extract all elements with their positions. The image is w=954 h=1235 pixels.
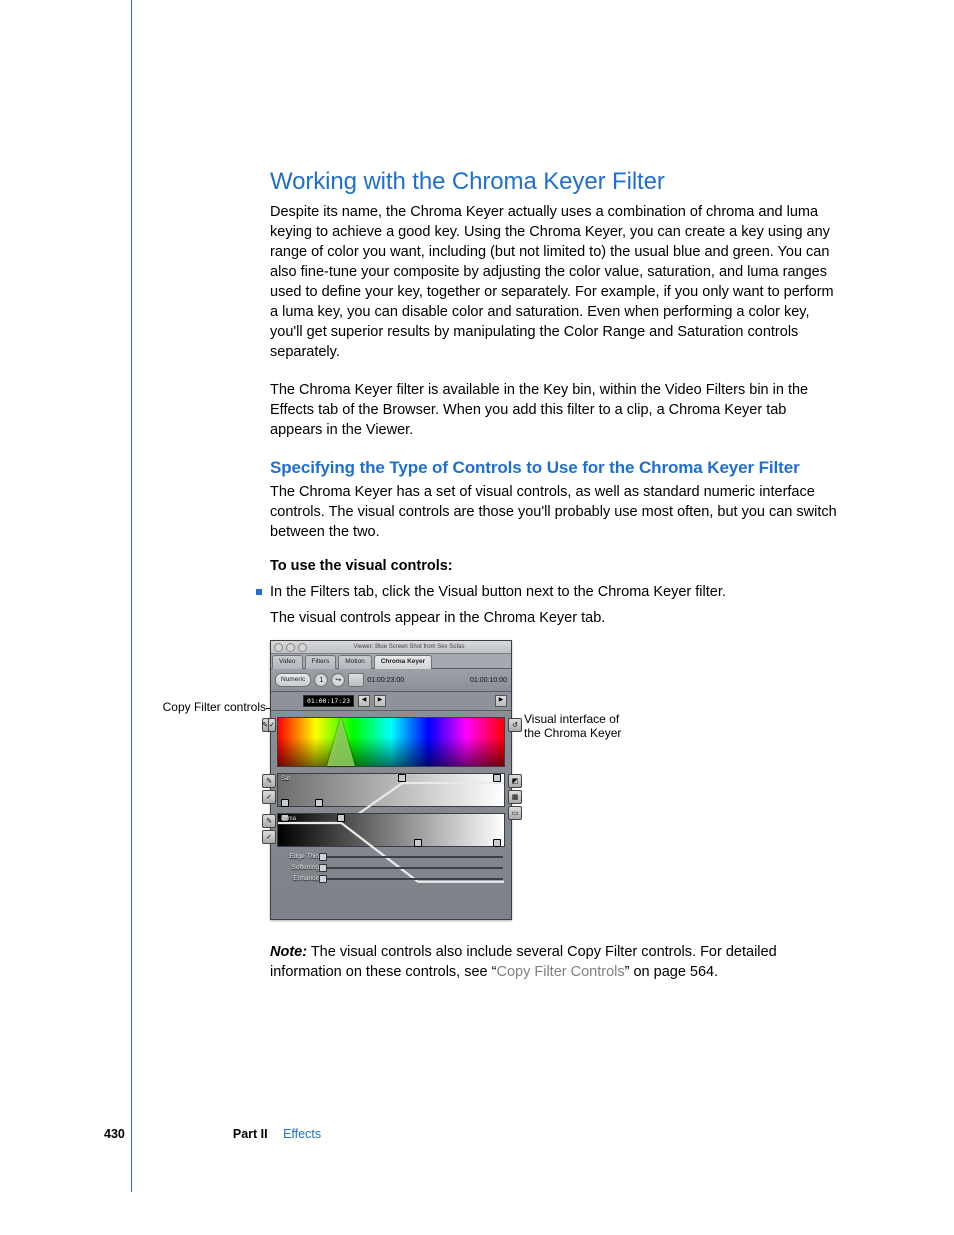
figure-wrap: Copy Filter controls Visual interface of… bbox=[270, 640, 840, 920]
matte-icon[interactable]: ▦ bbox=[508, 790, 522, 804]
bullet-square-icon bbox=[256, 589, 262, 595]
curve-handle[interactable] bbox=[315, 799, 323, 807]
prev-frame-icon[interactable]: ◀ bbox=[358, 695, 370, 707]
heading-1: Working with the Chroma Keyer Filter bbox=[270, 168, 840, 196]
next-frame-icon[interactable]: ▶ bbox=[374, 695, 386, 707]
viewer-toolbar: Numeric 1 ↪ 01:00:23:00 01:00:10:00 bbox=[271, 669, 511, 692]
color-range-panel[interactable]: ✎ ✓ ↺ bbox=[277, 717, 505, 767]
slider-track[interactable] bbox=[323, 867, 503, 869]
viewer-tabs: Video Filters Motion Chroma Keyer bbox=[271, 654, 511, 669]
copy-filter-1-icon[interactable]: 1 bbox=[314, 673, 328, 687]
tc-field-a: 01:00:23:00 bbox=[367, 677, 404, 684]
numeric-button[interactable]: Numeric bbox=[275, 673, 311, 687]
main-content: Working with the Chroma Keyer Filter Des… bbox=[270, 168, 840, 1000]
curve-handle[interactable] bbox=[493, 774, 501, 782]
tab-filters[interactable]: Filters bbox=[305, 655, 337, 669]
luma-label: Luma bbox=[281, 816, 296, 822]
callout-visual-interface: Visual interface of the Chroma Keyer bbox=[524, 712, 644, 740]
key-view-icon[interactable] bbox=[348, 673, 364, 687]
tab-chroma-keyer[interactable]: Chroma Keyer bbox=[374, 655, 432, 669]
callout-left-text: Copy Filter controls bbox=[163, 700, 266, 714]
heading-2: Specifying the Type of Controls to Use f… bbox=[270, 458, 840, 478]
sat-label: Sat bbox=[281, 776, 290, 782]
slider-thumb-icon[interactable] bbox=[319, 864, 327, 872]
instruction-heading: To use the visual controls: bbox=[270, 556, 840, 576]
eyedropper-icon[interactable]: ✎ ✓ bbox=[262, 718, 276, 732]
arrow-right-icon[interactable]: ▶ bbox=[495, 695, 507, 707]
reset-icon[interactable]: ↺ bbox=[508, 718, 522, 732]
invert-icon[interactable]: ◩ bbox=[508, 774, 522, 788]
eyedropper-icon[interactable]: ✎ bbox=[262, 774, 276, 788]
enable-toggle-icon[interactable]: ✓ bbox=[262, 830, 276, 844]
enable-toggle-icon[interactable]: ✓ bbox=[268, 718, 276, 732]
viewer-window: Viewer: Blue Screen Shot from Sex Sofas … bbox=[270, 640, 512, 920]
curve-handle[interactable] bbox=[337, 814, 345, 822]
note-label: Note: bbox=[270, 944, 307, 960]
eyedropper-icon[interactable]: ✎ bbox=[262, 814, 276, 828]
part-label: Part II bbox=[233, 1127, 268, 1141]
note-paragraph: Note: The visual controls also include s… bbox=[270, 942, 840, 982]
paragraph-location: The Chroma Keyer filter is available in … bbox=[270, 380, 840, 440]
curve-handle[interactable] bbox=[281, 799, 289, 807]
callout-right-line1: Visual interface of bbox=[524, 712, 619, 726]
bullet-followup: The visual controls appear in the Chroma… bbox=[270, 608, 840, 628]
window-title: Viewer: Blue Screen Shot from Sex Sofas bbox=[310, 644, 508, 650]
saturation-panel[interactable]: ✎ ✓ Sat ◩ bbox=[277, 773, 505, 807]
curve-handle[interactable] bbox=[414, 839, 422, 847]
copy-filter-2-icon[interactable]: ↪ bbox=[331, 673, 345, 687]
margin-rule bbox=[131, 0, 132, 1192]
traffic-light-min-icon[interactable] bbox=[286, 643, 295, 652]
slider-track[interactable] bbox=[323, 856, 503, 858]
enable-toggle-icon[interactable]: ✓ bbox=[262, 790, 276, 804]
curve-handle[interactable] bbox=[398, 774, 406, 782]
section-label: Effects bbox=[283, 1127, 321, 1141]
timecode-row: 01:00:17:23 ◀ ▶ ▶ bbox=[271, 692, 511, 711]
slider-thumb-icon[interactable] bbox=[319, 853, 327, 861]
key-icon[interactable]: ▭ bbox=[508, 806, 522, 820]
slider-track[interactable] bbox=[323, 878, 503, 880]
traffic-light-zoom-icon[interactable] bbox=[298, 643, 307, 652]
luma-curve bbox=[278, 814, 504, 886]
curve-handle[interactable] bbox=[493, 839, 501, 847]
luma-panel[interactable]: ✎ ✓ Luma bbox=[277, 813, 505, 847]
paragraph-controls: The Chroma Keyer has a set of visual con… bbox=[270, 482, 840, 542]
tc-field-b: 01:00:10:00 bbox=[470, 677, 507, 684]
paragraph-intro: Despite its name, the Chroma Keyer actua… bbox=[270, 202, 840, 362]
tab-video[interactable]: Video bbox=[272, 655, 303, 669]
current-timecode[interactable]: 01:00:17:23 bbox=[303, 695, 354, 707]
bullet-item: In the Filters tab, click the Visual but… bbox=[270, 582, 840, 602]
slider-thumb-icon[interactable] bbox=[319, 875, 327, 883]
hue-selection-icon[interactable] bbox=[327, 718, 355, 766]
callout-copy-filter: Copy Filter controls bbox=[158, 700, 266, 714]
hue-shade bbox=[278, 718, 504, 766]
bullet-text: In the Filters tab, click the Visual but… bbox=[270, 582, 840, 602]
page-footer: 430 Part II Effects bbox=[104, 1127, 321, 1141]
note-body-2: ” on page 564. bbox=[625, 964, 719, 980]
traffic-light-close-icon[interactable] bbox=[274, 643, 283, 652]
page-number: 430 bbox=[104, 1127, 125, 1141]
window-titlebar: Viewer: Blue Screen Shot from Sex Sofas bbox=[271, 641, 511, 654]
callout-right-line2: the Chroma Keyer bbox=[524, 726, 621, 740]
tab-motion[interactable]: Motion bbox=[338, 655, 372, 669]
copy-filter-controls-link[interactable]: Copy Filter Controls bbox=[496, 964, 624, 980]
